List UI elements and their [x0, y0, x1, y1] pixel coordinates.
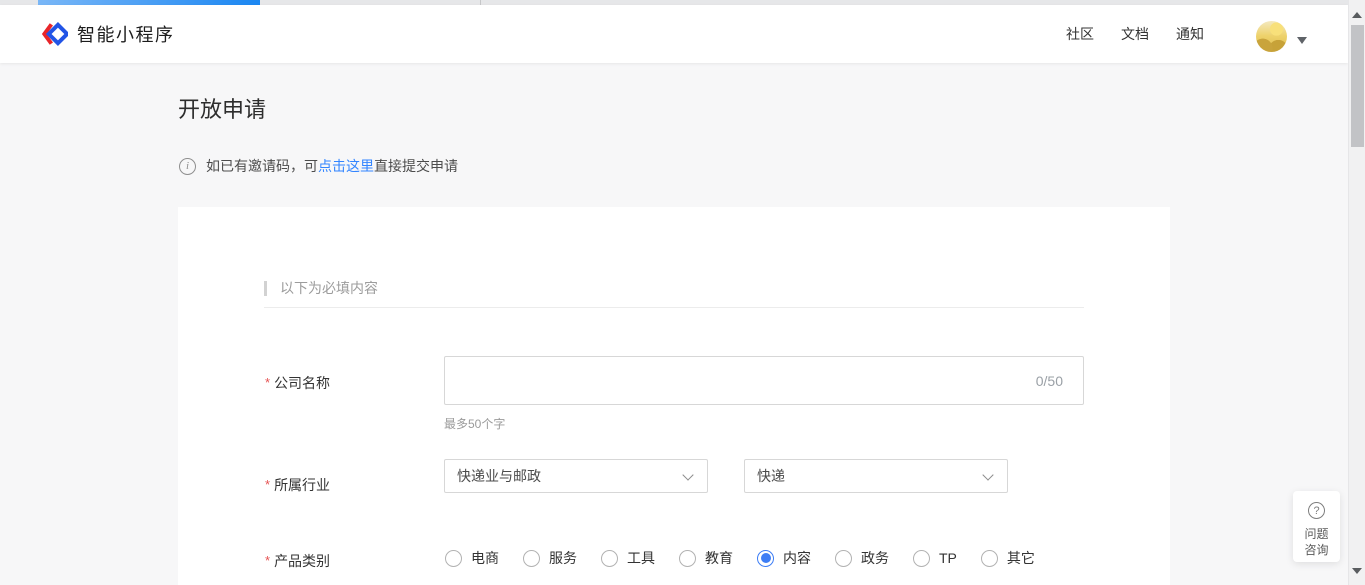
section-marker-bar: [264, 281, 267, 296]
product-option-5[interactable]: 政务: [835, 548, 889, 568]
logo-text: 智能小程序: [77, 21, 175, 47]
application-form-card: 以下为必填内容 *公司名称 0/50 最多50个字 *所属行业 快递业与邮政 快…: [178, 207, 1170, 585]
radio-option-label: 工具: [627, 548, 655, 568]
nav-item-community[interactable]: 社区: [1066, 24, 1094, 44]
notice-prefix: 如已有邀请码，可: [206, 158, 318, 174]
notice-text: 如已有邀请码，可点击这里直接提交申请: [206, 156, 458, 176]
smart-miniprogram-logo-icon: [40, 20, 68, 48]
required-asterisk: *: [265, 375, 270, 390]
scrollbar-thumb[interactable]: [1351, 25, 1364, 147]
radio-unselected-icon[interactable]: [679, 550, 696, 567]
radio-unselected-icon[interactable]: [913, 550, 930, 567]
chevron-down-icon: [682, 469, 693, 480]
radio-unselected-icon[interactable]: [601, 550, 618, 567]
product-option-0[interactable]: 电商: [445, 548, 499, 568]
section-title: 以下为必填内容: [280, 278, 378, 298]
radio-option-label: 服务: [549, 548, 577, 568]
radio-option-label: TP: [939, 550, 957, 566]
product-option-7[interactable]: 其它: [981, 548, 1035, 568]
help-label-line2: 咨询: [1304, 542, 1328, 558]
app-header: 智能小程序 社区 文档 通知: [0, 5, 1348, 63]
scroll-down-arrow-icon[interactable]: [1352, 568, 1362, 579]
avatar[interactable]: [1256, 21, 1287, 52]
scroll-up-arrow-icon[interactable]: [1352, 7, 1362, 18]
section-header: 以下为必填内容: [264, 278, 378, 298]
nav-item-docs[interactable]: 文档: [1121, 24, 1149, 44]
page-title: 开放申请: [178, 92, 266, 124]
char-counter: 0/50: [1036, 373, 1063, 389]
product-option-3[interactable]: 教育: [679, 548, 733, 568]
nav-item-notifications[interactable]: 通知: [1176, 24, 1204, 44]
section-divider: [264, 307, 1084, 308]
product-category-radio-group: 电商 服务 工具 教育 内容 政务 TP 其它: [445, 548, 1035, 568]
radio-unselected-icon[interactable]: [445, 550, 462, 567]
radio-option-label: 电商: [471, 548, 499, 568]
help-label-line1: 问题: [1304, 526, 1328, 542]
radio-option-label: 教育: [705, 548, 733, 568]
radio-unselected-icon[interactable]: [523, 550, 540, 567]
product-option-4[interactable]: 内容: [757, 548, 811, 568]
industry-label: *所属行业: [265, 475, 330, 495]
notice-bar: i 如已有邀请码，可点击这里直接提交申请: [179, 156, 458, 176]
required-asterisk: *: [265, 553, 270, 568]
radio-unselected-icon[interactable]: [981, 550, 998, 567]
radio-selected-icon[interactable]: [757, 550, 774, 567]
product-option-2[interactable]: 工具: [601, 548, 655, 568]
company-name-hint: 最多50个字: [444, 415, 505, 432]
industry-secondary-value: 快递: [757, 468, 785, 484]
question-icon: ?: [1308, 502, 1325, 519]
product-option-6[interactable]: TP: [913, 550, 957, 567]
scrollbar[interactable]: [1348, 0, 1365, 585]
product-option-1[interactable]: 服务: [523, 548, 577, 568]
radio-unselected-icon[interactable]: [835, 550, 852, 567]
invite-code-link[interactable]: 点击这里: [318, 158, 374, 174]
chevron-down-icon[interactable]: [1297, 37, 1307, 49]
radio-option-label: 内容: [783, 548, 811, 568]
company-name-label: *公司名称: [265, 373, 330, 393]
help-consult-button[interactable]: ? 问题 咨询: [1293, 491, 1340, 562]
company-name-input[interactable]: [445, 357, 1083, 404]
radio-option-label: 其它: [1007, 548, 1035, 568]
notice-suffix: 直接提交申请: [374, 158, 458, 174]
info-icon: i: [179, 158, 196, 175]
top-nav: 社区 文档 通知: [1066, 5, 1204, 63]
radio-option-label: 政务: [861, 548, 889, 568]
chevron-down-icon: [982, 469, 993, 480]
industry-primary-value: 快递业与邮政: [457, 468, 541, 484]
industry-secondary-select[interactable]: 快递: [744, 459, 1008, 493]
logo[interactable]: 智能小程序: [40, 19, 175, 49]
product-category-label: *产品类别: [265, 551, 330, 571]
company-name-input-box: 0/50: [444, 356, 1084, 405]
required-asterisk: *: [265, 477, 270, 492]
industry-primary-select[interactable]: 快递业与邮政: [444, 459, 708, 493]
